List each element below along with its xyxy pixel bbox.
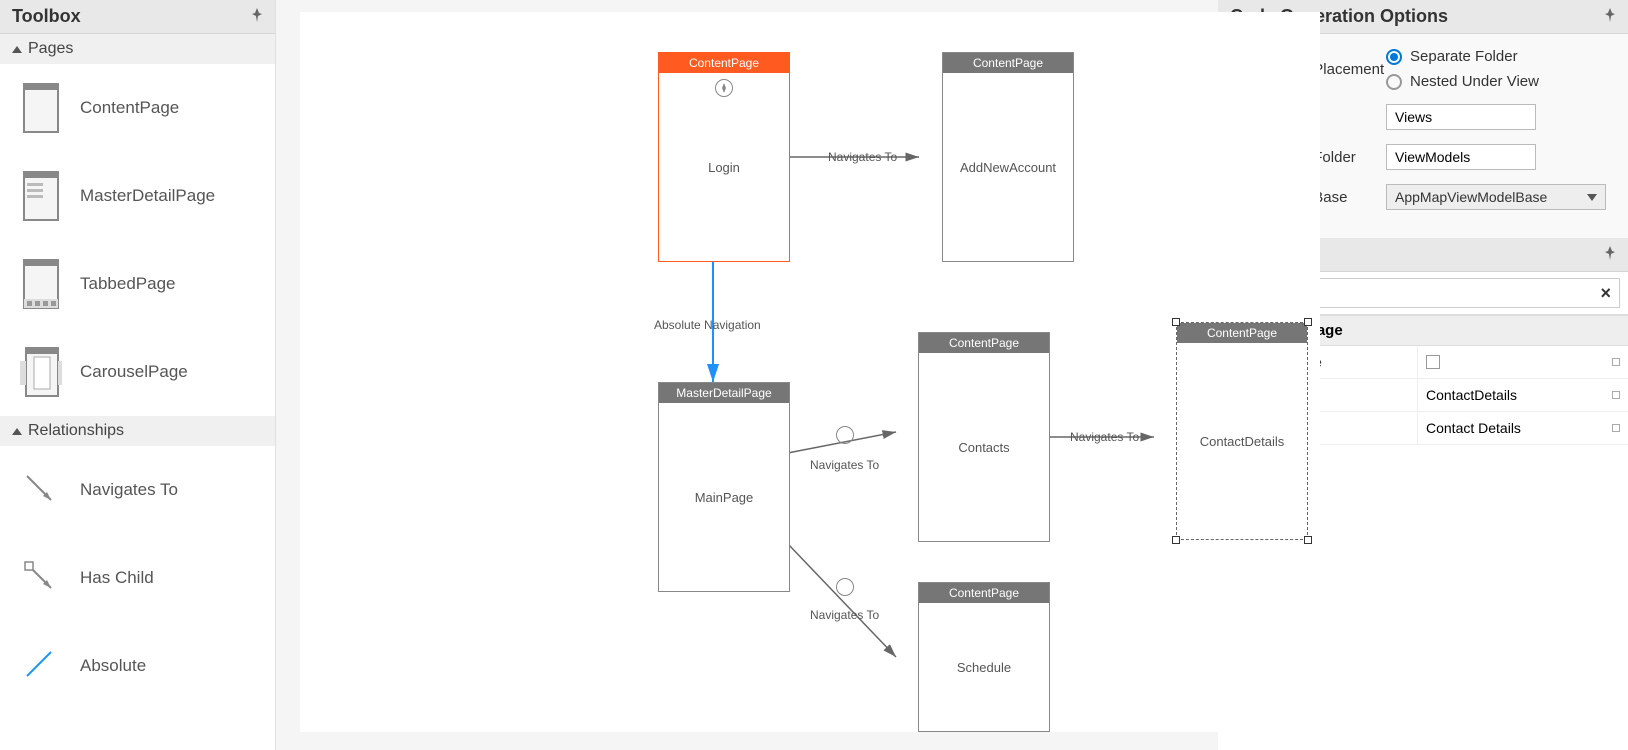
node-label: AddNewAccount <box>960 160 1056 175</box>
tool-haschild[interactable]: Has Child <box>0 534 275 622</box>
tool-label: MasterDetailPage <box>80 186 215 206</box>
edge-label: Absolute Navigation <box>654 318 761 332</box>
navigatesto-icon <box>20 462 62 518</box>
reset-icon[interactable] <box>1612 358 1620 366</box>
properties-search-input[interactable]: × <box>1300 278 1620 308</box>
view-folder-input[interactable] <box>1386 104 1536 130</box>
node-header: ContentPage <box>659 53 789 73</box>
edge-label: Navigates To <box>828 150 897 164</box>
node-body: Contacts <box>919 353 1049 541</box>
pages-section-label: Pages <box>28 40 73 58</box>
toolbox-panel: Toolbox Pages ContentPage MasterDetailPa… <box>0 0 276 750</box>
pin-icon[interactable] <box>1604 6 1616 27</box>
node-header: MasterDetailPage <box>659 383 789 403</box>
resize-handle[interactable] <box>1304 318 1312 326</box>
resize-handle[interactable] <box>1172 536 1180 544</box>
radio-label: Nested Under View <box>1410 73 1539 90</box>
clear-icon[interactable]: × <box>1600 283 1611 304</box>
chevron-up-icon <box>12 428 22 435</box>
vm-base-select[interactable]: AppMapViewModelBase <box>1386 184 1606 210</box>
chevron-up-icon <box>12 46 22 53</box>
vm-base-value: AppMapViewModelBase <box>1395 189 1547 205</box>
prop-text: ContactDetails <box>1426 387 1517 403</box>
radio-icon <box>1386 74 1402 90</box>
node-label: Schedule <box>957 660 1011 675</box>
canvas-surface[interactable]: ContentPage Login ContentPage AddNewAcco… <box>300 12 1320 732</box>
radio-separate-folder[interactable]: Separate Folder <box>1386 48 1539 65</box>
tool-contentpage[interactable]: ContentPage <box>0 64 275 152</box>
reset-icon[interactable] <box>1612 424 1620 432</box>
node-header: ContentPage <box>919 583 1049 603</box>
connectors-layer <box>300 12 1320 732</box>
node-body: Login <box>659 73 789 261</box>
node-label: Login <box>708 160 740 175</box>
tool-label: CarouselPage <box>80 362 188 382</box>
node-contacts[interactable]: ContentPage Contacts <box>918 332 1050 542</box>
relationships-section-header[interactable]: Relationships <box>0 416 275 446</box>
node-schedule[interactable]: ContentPage Schedule <box>918 582 1050 732</box>
prop-text: Contact Details <box>1426 420 1521 436</box>
contentpage-icon <box>20 80 62 136</box>
node-label: MainPage <box>695 490 754 505</box>
radio-label: Separate Folder <box>1410 48 1518 65</box>
carouselpage-icon <box>20 344 62 400</box>
node-contactdetails[interactable]: ContentPage ContactDetails <box>1176 322 1308 540</box>
resize-handle[interactable] <box>1172 318 1180 326</box>
tool-absolute[interactable]: Absolute <box>0 622 275 710</box>
pin-icon[interactable] <box>251 6 263 27</box>
tool-tabbedpage[interactable]: TabbedPage <box>0 240 275 328</box>
prop-value[interactable] <box>1418 346 1628 378</box>
compass-icon <box>836 426 854 444</box>
tool-navigatesto[interactable]: Navigates To <box>0 446 275 534</box>
prop-value[interactable]: ContactDetails <box>1418 379 1628 411</box>
resize-handle[interactable] <box>1304 536 1312 544</box>
vm-folder-input[interactable] <box>1386 144 1536 170</box>
diagram-canvas[interactable]: ContentPage Login ContentPage AddNewAcco… <box>276 0 1218 750</box>
absolute-icon <box>20 638 62 694</box>
node-body: AddNewAccount <box>943 73 1073 261</box>
prop-value[interactable]: Contact Details <box>1418 412 1628 444</box>
toolbox-title: Toolbox <box>12 6 81 27</box>
node-login[interactable]: ContentPage Login <box>658 52 790 262</box>
node-addnewaccount[interactable]: ContentPage AddNewAccount <box>942 52 1074 262</box>
node-header: ContentPage <box>1177 323 1307 343</box>
node-body: ContactDetails <box>1177 343 1307 539</box>
node-mainpage[interactable]: MasterDetailPage MainPage <box>658 382 790 592</box>
node-body: Schedule <box>919 603 1049 731</box>
node-body: MainPage <box>659 403 789 591</box>
compass-icon <box>715 79 733 97</box>
toolbox-header: Toolbox <box>0 0 275 34</box>
masterdetailpage-icon <box>20 168 62 224</box>
edge-label: Navigates To <box>1070 430 1139 444</box>
edge-label: Navigates To <box>810 458 879 472</box>
node-header: ContentPage <box>919 333 1049 353</box>
edge-label: Navigates To <box>810 608 879 622</box>
node-label: ContactDetails <box>1200 434 1285 449</box>
tabbedpage-icon <box>20 256 62 312</box>
node-label: Contacts <box>958 440 1009 455</box>
tool-label: Has Child <box>80 568 154 588</box>
tool-label: ContentPage <box>80 98 179 118</box>
tool-masterdetailpage[interactable]: MasterDetailPage <box>0 152 275 240</box>
compass-icon <box>836 578 854 596</box>
checkbox-icon[interactable] <box>1426 355 1440 369</box>
pin-icon[interactable] <box>1604 244 1616 265</box>
radio-icon <box>1386 49 1402 65</box>
tool-label: TabbedPage <box>80 274 175 294</box>
tool-label: Navigates To <box>80 480 178 500</box>
haschild-icon <box>20 550 62 606</box>
chevron-down-icon <box>1587 194 1597 201</box>
radio-nested-under-view[interactable]: Nested Under View <box>1386 73 1539 90</box>
relationships-section-label: Relationships <box>28 422 124 440</box>
tool-carouselpage[interactable]: CarouselPage <box>0 328 275 416</box>
tool-label: Absolute <box>80 656 146 676</box>
node-header: ContentPage <box>943 53 1073 73</box>
pages-section-header[interactable]: Pages <box>0 34 275 64</box>
reset-icon[interactable] <box>1612 391 1620 399</box>
